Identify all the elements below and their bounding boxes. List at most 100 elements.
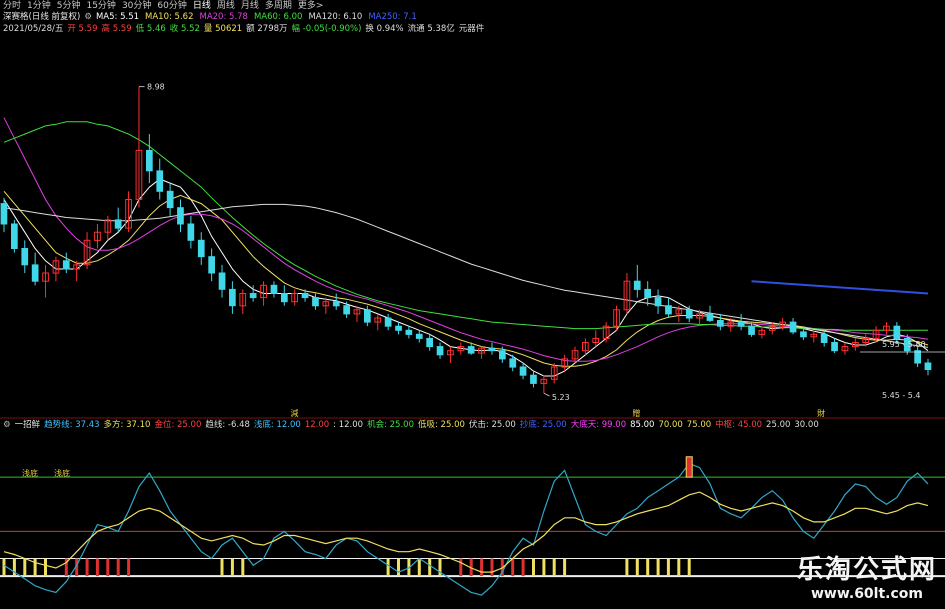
candle-body-48: [499, 350, 506, 360]
signal-bar-51: [532, 558, 535, 577]
indicator-value-14: 75.00: [686, 420, 712, 430]
signal-bar-12: [127, 558, 131, 577]
candle-body-63: [654, 297, 662, 307]
event-marker-0: 減: [290, 408, 298, 418]
period-tab-7[interactable]: 周线: [217, 0, 235, 12]
period-tab-6[interactable]: 日线: [193, 0, 211, 12]
candle-body-66: [685, 309, 693, 319]
signal-bar-21: [220, 558, 224, 577]
candle-body-39: [405, 329, 413, 335]
indicator-value-10: 抄底: 25.00: [519, 420, 567, 430]
candle-body-69: [717, 320, 724, 327]
candle-body-0: [0, 203, 8, 225]
candle-body-32: [332, 301, 340, 307]
ma-legend-item-4: MA120: 6.10: [308, 12, 363, 22]
candle-body-24: [249, 293, 257, 299]
candle-body-14: [146, 149, 153, 172]
ma-legend: MA5: 5.51 MA10: 5.62 MA20: 5.78 MA60: 6.00 M…: [96, 12, 417, 23]
candle-body-20: [208, 256, 216, 274]
candle-body-35: [364, 309, 371, 323]
indicator-value-17: 30.00: [794, 420, 819, 430]
watermark: 乐淘公式网 www.60lt.com: [797, 555, 937, 603]
period-tab-8[interactable]: 月线: [241, 0, 259, 12]
ohlc-info-row: 2021/05/28/五开 5.59 高 5.59 低 5.46 收 5.52 量 50…: [3, 24, 484, 35]
candle-body-71: [737, 321, 745, 327]
indicator-top-label-1: 浅底: [54, 468, 70, 478]
ma-legend-item-2: MA20: 5.78: [199, 12, 248, 22]
signal-bar-44: [459, 558, 463, 577]
candle-body-40: [415, 333, 423, 339]
candle-body-6: [62, 260, 70, 270]
ma-legend-item-5: MA250: 7.1: [368, 12, 417, 22]
candle-body-62: [644, 288, 651, 299]
period-tab-3[interactable]: 15分钟: [86, 0, 115, 12]
indicator-value-4: 浅底: 12.00: [253, 420, 301, 430]
candle-body-47: [488, 347, 496, 352]
ohlc-info-item-2: 高 5.59: [101, 24, 132, 34]
period-tab-5[interactable]: 60分钟: [157, 0, 186, 12]
candle-body-22: [229, 288, 236, 307]
candle-body-29: [301, 293, 309, 299]
chart-stage: 8.98 5.23 5.95 - 5.80 5.45 - 5.4 減 贈 財 浅底 浅底: [0, 0, 945, 609]
watermark-url: www.60lt.com: [810, 586, 923, 602]
indicator-value-11: 大底天: 99.00: [570, 420, 627, 430]
candle-body-17: [177, 207, 184, 225]
ma-legend-row: 深赛格(日线 前复权) ⚙ MA5: 5.51 MA10: 5.62 MA20: 5…: [3, 12, 417, 23]
indicator-top-label-0: 浅底: [22, 468, 38, 478]
period-tab-4[interactable]: 30分钟: [122, 0, 151, 12]
signal-bar-10: [106, 558, 110, 577]
candle-body-15: [156, 170, 164, 192]
signal-bar-4: [44, 558, 47, 577]
period-tab-1[interactable]: 1分钟: [27, 0, 51, 12]
signal-bar-62: [646, 558, 650, 577]
right-annotation-1: 5.45 - 5.4: [882, 391, 921, 400]
ohlc-info-item-6: 额 2798万: [246, 24, 288, 34]
candle-body-68: [706, 313, 714, 321]
settings-icon[interactable]: ⚙: [84, 12, 92, 23]
period-tab-2[interactable]: 5分钟: [57, 0, 81, 12]
signal-bar-64: [666, 558, 670, 577]
candle-body-37: [384, 317, 392, 327]
candle-body-89: [924, 362, 932, 370]
right-annotation-0: 5.95 - 5.80: [882, 340, 926, 349]
candle-body-41: [426, 337, 433, 348]
event-marker-2: 財: [817, 408, 825, 418]
signal-bar-66: [687, 558, 691, 577]
candle-body-16: [166, 190, 174, 209]
candle-body-18: [187, 223, 195, 241]
signal-bar-65: [677, 558, 681, 577]
ma-legend-item-0: MA5: 5.51: [95, 12, 140, 22]
signal-bar-0: [2, 558, 6, 577]
period-tab-0[interactable]: 分时: [3, 0, 21, 12]
indicator-value-7: 机会: 25.00: [367, 420, 414, 430]
candle-body-86: [893, 325, 901, 340]
signal-bar-63: [656, 558, 660, 577]
signal-bar-53: [552, 558, 556, 577]
candle-body-38: [395, 325, 402, 331]
candle-body-51: [530, 374, 537, 384]
period-tab-9[interactable]: 多周期: [265, 0, 292, 12]
ohlc-info-item-4: 收 5.52: [169, 24, 200, 34]
candle-body-42: [436, 346, 444, 356]
candle-body-76: [789, 321, 797, 333]
ohlc-info-item-7: 幅 -0.05(-0.90%): [291, 24, 362, 34]
candle-body-11: [114, 219, 122, 229]
candle-body-27: [281, 293, 288, 303]
candle-body-49: [509, 358, 517, 368]
period-tab-10[interactable]: 更多>: [298, 0, 324, 12]
indicator-value-6: : 12.00: [333, 420, 364, 430]
candle-body-33: [343, 305, 350, 315]
indicator-settings-icon[interactable]: ⚙: [3, 420, 11, 431]
candle-body-3: [31, 264, 39, 282]
ohlc-info-item-0: 2021/05/28/五: [3, 24, 64, 34]
indicator-value-13: 70.00: [658, 420, 683, 430]
signal-bar-47: [490, 558, 494, 577]
watermark-title: 乐淘公式网: [796, 555, 937, 585]
indicator-value-3: 趋线: -6.48: [205, 420, 250, 430]
candle-body-72: [748, 325, 755, 335]
max-price-label: 8.98: [147, 83, 165, 92]
signal-bar-23: [241, 558, 245, 577]
indicator-value-0: 趋势线: 37.43: [44, 420, 100, 430]
signal-bar-22: [230, 558, 234, 577]
signal-bar-38: [397, 558, 400, 577]
